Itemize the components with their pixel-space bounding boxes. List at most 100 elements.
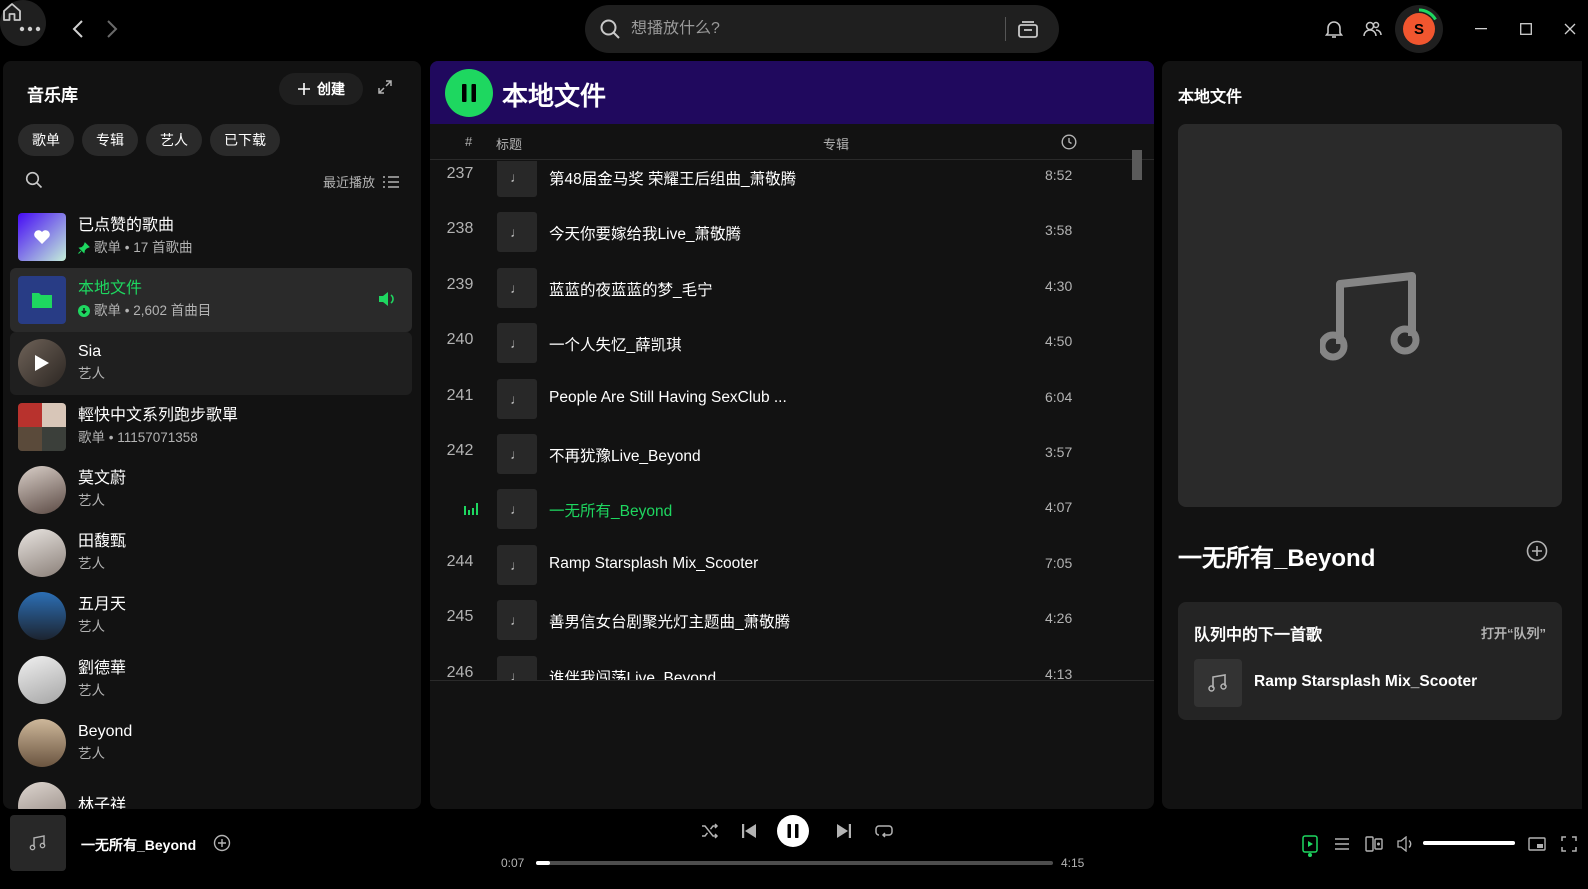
library-list: 已点赞的歌曲 歌单 • 17 首歌曲 本地文件 歌单 • 2,602 首曲目 S… xyxy=(10,205,412,809)
sort-recent-button[interactable]: 最近播放 xyxy=(323,172,399,191)
volume-icon[interactable] xyxy=(1394,832,1418,856)
player-song-title[interactable]: 一无所有_Beyond xyxy=(81,835,196,855)
elapsed-time: 0:07 xyxy=(501,856,525,870)
track-number: 240 xyxy=(446,331,474,349)
library-item-artist[interactable]: 田馥甄 艺人 xyxy=(10,521,412,584)
track-title[interactable]: Ramp Starsplash Mix_Scooter xyxy=(549,555,758,573)
library-item-artist[interactable]: 劉德華 艺人 xyxy=(10,648,412,711)
track-row[interactable]: 239 ♩ 蓝蓝的夜蓝蓝的梦_毛宁 4:30 xyxy=(430,267,1140,327)
library-title[interactable]: 音乐库 xyxy=(27,81,78,106)
track-row[interactable]: 242 ♩ 不再犹豫Live_Beyond 3:57 xyxy=(430,433,1140,493)
column-album[interactable]: 专辑 xyxy=(823,134,849,153)
open-queue-link[interactable]: 打开“队列” xyxy=(1481,623,1546,642)
close-window-icon[interactable] xyxy=(1558,17,1582,41)
music-note-icon: ♩ xyxy=(497,544,537,585)
track-title[interactable]: 不再犹豫Live_Beyond xyxy=(549,444,701,466)
track-row-playing[interactable]: ♩ 一无所有_Beyond 4:07 xyxy=(430,489,1140,548)
library-item-sia[interactable]: Sia 艺人 xyxy=(10,331,412,395)
add-to-library-icon[interactable] xyxy=(213,834,231,852)
library-item-local-files[interactable]: 本地文件 歌单 • 2,602 首曲目 xyxy=(10,268,412,332)
track-row[interactable]: 240 ♩ 一个人失忆_薛凯琪 4:50 xyxy=(430,323,1140,382)
library-item-name: 劉德華 xyxy=(78,659,127,677)
playlist-mosaic-cover xyxy=(18,402,66,451)
library-item-subtitle: 艺人 xyxy=(78,619,105,635)
playlist-pause-button[interactable] xyxy=(445,69,493,117)
now-playing-context[interactable]: 本地文件 xyxy=(1178,83,1242,107)
library-item-subtitle: 艺人 xyxy=(78,492,105,508)
filter-chip-downloaded[interactable]: 已下载 xyxy=(210,124,280,156)
track-row[interactable]: 238 ♩ 今天你要嫁给我Live_萧敬腾 3:58 xyxy=(430,212,1140,271)
heart-icon xyxy=(34,229,50,244)
track-row[interactable]: 246 ♩ 谁伴我闯荡Live_Beyond 4:13 xyxy=(430,655,1140,681)
queue-icon[interactable] xyxy=(1330,832,1354,856)
library-item-artist[interactable]: 五月天 艺人 xyxy=(10,585,412,648)
track-row[interactable]: 245 ♩ 善男信女台剧聚光灯主题曲_萧敬腾 4:26 xyxy=(430,600,1140,659)
previous-track-icon[interactable] xyxy=(737,819,761,843)
track-title[interactable]: 一无所有_Beyond xyxy=(549,499,672,521)
track-title[interactable]: 今天你要嫁给我Live_萧敬腾 xyxy=(549,222,741,244)
library-item-liked-songs[interactable]: 已点赞的歌曲 歌单 • 17 首歌曲 xyxy=(10,205,412,268)
track-duration: 8:52 xyxy=(1045,167,1073,183)
add-to-library-icon[interactable] xyxy=(1526,540,1548,562)
minimize-window-icon[interactable] xyxy=(1470,17,1494,41)
browse-icon[interactable] xyxy=(1013,15,1043,43)
now-playing-song-title[interactable]: 一无所有_Beyond xyxy=(1178,538,1375,573)
library-item-artist[interactable]: 林子祥 xyxy=(10,775,412,809)
search-bar[interactable] xyxy=(585,5,1059,53)
filter-chip-artists[interactable]: 艺人 xyxy=(146,124,202,156)
forward-arrow-icon[interactable] xyxy=(100,17,124,41)
mini-player-icon[interactable] xyxy=(1525,832,1549,856)
track-title[interactable]: 蓝蓝的夜蓝蓝的梦_毛宁 xyxy=(549,278,713,300)
music-note-icon: ♩ xyxy=(497,433,537,474)
playback-progress-bar[interactable] xyxy=(536,861,1053,865)
next-track-icon[interactable] xyxy=(832,819,856,843)
expand-library-icon[interactable] xyxy=(377,79,393,95)
track-number: 238 xyxy=(446,220,474,238)
create-button[interactable]: 创建 xyxy=(279,73,363,105)
next-song-title[interactable]: Ramp Starsplash Mix_Scooter xyxy=(1254,673,1477,691)
filter-chip-playlists[interactable]: 歌单 xyxy=(18,124,74,156)
library-item-artist[interactable]: Beyond 艺人 xyxy=(10,711,412,774)
track-title[interactable]: 谁伴我闯荡Live_Beyond xyxy=(549,666,716,681)
music-note-icon: ♩ xyxy=(497,267,537,308)
library-item-subtitle: 歌单 • 11157071358 xyxy=(78,429,198,445)
maximize-window-icon[interactable] xyxy=(1514,17,1538,41)
active-indicator-dot xyxy=(1308,853,1312,857)
notifications-bell-icon[interactable] xyxy=(1322,17,1346,41)
search-input[interactable] xyxy=(631,20,991,38)
filter-chip-albums[interactable]: 专辑 xyxy=(82,124,138,156)
more-menu-icon[interactable] xyxy=(18,17,42,41)
shuffle-icon[interactable] xyxy=(698,819,722,843)
plus-icon xyxy=(298,83,310,95)
connect-device-icon[interactable] xyxy=(1362,832,1386,856)
track-row[interactable]: 241 ♩ People Are Still Having SexClub ..… xyxy=(430,378,1140,438)
now-playing-cover[interactable] xyxy=(10,815,66,871)
library-item-artist[interactable]: 莫文蔚 艺人 xyxy=(10,458,412,521)
music-note-icon: ♩ xyxy=(497,489,537,530)
library-item-running-playlist[interactable]: 輕快中文系列跑步歌單 歌单 • 11157071358 xyxy=(10,395,412,458)
track-title[interactable]: 善男信女台剧聚光灯主题曲_萧敬腾 xyxy=(549,610,790,632)
track-title[interactable]: 第48届金马奖 荣耀王后组曲_萧敬腾 xyxy=(549,167,796,189)
track-number: 237 xyxy=(446,165,474,182)
track-title[interactable]: People Are Still Having SexClub ... xyxy=(549,389,787,407)
back-arrow-icon[interactable] xyxy=(66,17,90,41)
pause-button[interactable] xyxy=(777,815,809,847)
column-title[interactable]: 标题 xyxy=(496,134,522,153)
repeat-icon[interactable] xyxy=(872,819,896,843)
playlist-title: 本地文件 xyxy=(502,81,607,111)
track-number: 242 xyxy=(446,441,474,459)
track-number: 246 xyxy=(446,663,474,681)
track-title[interactable]: 一个人失忆_薛凯琪 xyxy=(549,333,682,355)
track-row[interactable]: 237 ♩ 第48届金马奖 荣耀王后组曲_萧敬腾 8:52 xyxy=(430,161,1140,216)
music-note-icon: ♩ xyxy=(497,378,537,419)
artist-avatar xyxy=(18,782,66,809)
track-row[interactable]: 244 ♩ Ramp Starsplash Mix_Scooter 7:05 xyxy=(430,544,1140,604)
track-list-scrollbar[interactable] xyxy=(1132,150,1142,180)
library-search-icon[interactable] xyxy=(25,171,43,189)
local-files-cover xyxy=(18,275,66,324)
friend-activity-icon[interactable] xyxy=(1360,17,1384,41)
fullscreen-icon[interactable] xyxy=(1557,832,1581,856)
volume-slider[interactable] xyxy=(1423,841,1515,845)
play-icon[interactable] xyxy=(34,354,50,372)
profile-button[interactable]: S xyxy=(1395,5,1443,53)
